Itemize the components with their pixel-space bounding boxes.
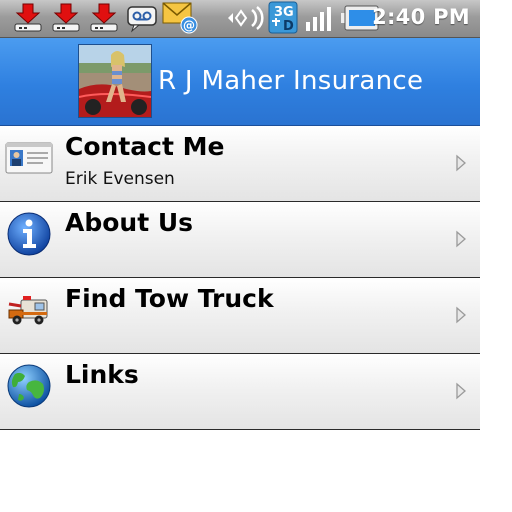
contact-card-icon [5,142,53,174]
chevron-right-icon [456,306,466,324]
download-icon [14,3,42,32]
svg-text:@: @ [183,19,195,33]
menu-item-title: Links [65,360,139,389]
network-3g-icon: 3G D [268,1,298,34]
chevron-right-icon [456,154,466,172]
profile-photo [78,44,152,118]
clock: 2:40 PM [372,5,470,29]
menu-item-links[interactable]: Links [0,354,480,430]
app-header: R J Maher Insurance [0,38,480,126]
menu-list: Contact Me Erik Evensen About Us Find To… [0,126,480,430]
sync-icon [228,6,264,30]
menu-item-title: Find Tow Truck [65,284,274,313]
app-title: R J Maher Insurance [158,66,424,96]
menu-item-contact-me[interactable]: Contact Me Erik Evensen [0,126,480,202]
menu-item-title: About Us [65,208,194,237]
info-icon [7,212,51,256]
voicemail-icon [127,6,157,33]
globe-icon [7,364,51,408]
svg-text:D: D [283,19,294,34]
email-icon: @ [162,2,198,34]
menu-item-title: Contact Me [65,132,225,161]
signal-icon [306,7,331,31]
status-bar: @ 3G D 2:40 PM [0,0,480,38]
tow-truck-icon [8,296,48,325]
download-icon [52,3,80,32]
menu-item-find-tow-truck[interactable]: Find Tow Truck [0,278,480,354]
chevron-right-icon [456,382,466,400]
download-icon [90,3,118,32]
menu-item-subtitle: Erik Evensen [65,169,175,189]
menu-item-about-us[interactable]: About Us [0,202,480,278]
chevron-right-icon [456,230,466,248]
svg-text:3G: 3G [274,5,294,20]
